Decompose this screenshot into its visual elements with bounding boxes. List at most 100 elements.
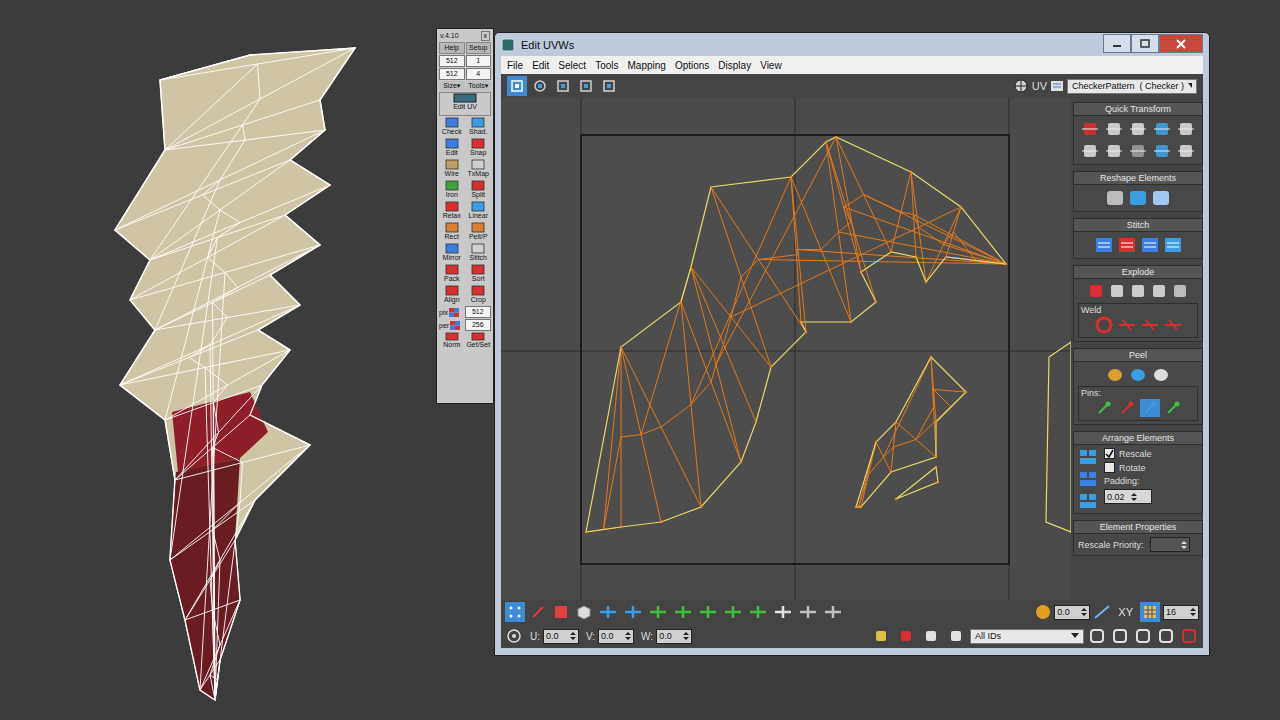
align-icon[interactable] (1080, 141, 1100, 161)
setting-button[interactable]: per (439, 321, 464, 330)
close-button[interactable]: x (481, 31, 491, 41)
align-icon[interactable] (1080, 119, 1100, 139)
title-bar[interactable]: Edit UVWs (501, 33, 1203, 56)
transform-tool[interactable] (576, 76, 596, 96)
tool-button[interactable]: TxMap (466, 159, 492, 179)
pin-tool[interactable] (1163, 399, 1183, 417)
value-field[interactable]: 4 (466, 68, 492, 80)
tool-button[interactable]: Pack (439, 264, 465, 284)
view-nav-icon[interactable] (1133, 627, 1153, 645)
reshape-icon[interactable] (1151, 188, 1171, 208)
transform-tool[interactable] (599, 76, 619, 96)
setting-value[interactable]: 512 (465, 306, 492, 318)
break-icon[interactable] (1171, 282, 1189, 300)
selection-tool-icon[interactable] (722, 603, 744, 621)
selection-tool-icon[interactable] (672, 603, 694, 621)
pack-icon[interactable] (1078, 492, 1098, 510)
coordinate-field[interactable]: U:0.0 (530, 629, 579, 644)
tool-button[interactable]: Edit (439, 138, 465, 158)
sword-viewport-icon[interactable] (0, 0, 420, 720)
selection-tool-icon[interactable] (622, 603, 644, 621)
weld-icon[interactable] (1094, 316, 1114, 334)
setting-button[interactable]: pix (439, 308, 464, 317)
peel-icon[interactable] (1105, 365, 1125, 383)
transform-tool[interactable] (507, 76, 527, 96)
falloff-line-icon[interactable] (1093, 604, 1111, 620)
checkbox[interactable] (1104, 462, 1115, 473)
coordinate-field[interactable]: W:0.0 (641, 629, 692, 644)
selection-tool-icon[interactable] (772, 603, 794, 621)
menu-item[interactable]: File (503, 60, 528, 71)
element-icon[interactable] (574, 603, 594, 621)
selection-tool-icon[interactable] (822, 603, 844, 621)
coordinate-field[interactable]: V:0.0 (586, 629, 634, 644)
grid-snap-toggle[interactable] (1140, 602, 1160, 622)
ids-dropdown[interactable]: All IDs (970, 629, 1084, 644)
tool-button[interactable]: Shad. (466, 117, 492, 137)
soft-select-icon[interactable] (1035, 604, 1051, 620)
option-icon[interactable] (870, 627, 892, 645)
header-button[interactable]: Help (439, 42, 465, 54)
align-icon[interactable] (1128, 141, 1148, 161)
break-icon[interactable] (1150, 282, 1168, 300)
tool-button[interactable]: Relax (439, 201, 465, 221)
pin-tool[interactable] (1140, 399, 1160, 417)
align-icon[interactable] (1176, 119, 1196, 139)
transform-tool[interactable] (553, 76, 573, 96)
weld-icon[interactable] (1117, 316, 1137, 334)
option-icon[interactable] (945, 627, 967, 645)
rescale-priority-spinner[interactable] (1150, 537, 1190, 552)
view-nav-icon[interactable] (1110, 627, 1130, 645)
peel-icon[interactable] (1128, 365, 1148, 383)
view-nav-icon[interactable] (1087, 627, 1107, 645)
option-checkbox[interactable]: Rescale (1104, 448, 1152, 459)
break-icon[interactable] (1108, 282, 1126, 300)
align-icon[interactable] (1128, 119, 1148, 139)
align-icon[interactable] (1104, 141, 1124, 161)
rollout-header[interactable]: Stitch (1074, 219, 1202, 232)
menu-item[interactable]: Display (714, 60, 756, 71)
size-field[interactable]: 512 (439, 68, 465, 80)
footer-button[interactable]: Norm (439, 332, 465, 352)
menu-item[interactable]: Select (554, 60, 591, 71)
menu-item[interactable]: View (756, 60, 787, 71)
selection-mode[interactable] (505, 602, 525, 622)
menu-button[interactable]: Tools▾ (466, 81, 492, 91)
tool-button[interactable]: Mirror (439, 243, 465, 263)
menu-item[interactable]: Options (671, 60, 714, 71)
selection-mode[interactable] (551, 602, 571, 622)
align-icon[interactable] (1152, 141, 1172, 161)
rollout-header[interactable]: Explode (1074, 266, 1202, 279)
stitch-icon[interactable] (1094, 235, 1114, 255)
selection-tool-icon[interactable] (747, 603, 769, 621)
footer-button[interactable]: Get/Set (466, 332, 492, 352)
align-icon[interactable] (1104, 119, 1124, 139)
tool-button[interactable]: Sort (466, 264, 492, 284)
tool-button[interactable]: Align (439, 285, 465, 305)
texture-dropdown[interactable]: CheckerPattern ( Checker ) (1067, 79, 1197, 94)
minimize-button[interactable] (1103, 34, 1131, 53)
list-icon[interactable] (1050, 79, 1064, 93)
stitch-icon[interactable] (1163, 235, 1183, 255)
plane-toggle[interactable]: XY (1114, 606, 1137, 618)
transform-tool[interactable] (530, 76, 550, 96)
close-button[interactable] (1159, 34, 1203, 53)
selection-tool-icon[interactable] (647, 603, 669, 621)
align-icon[interactable] (1176, 141, 1196, 161)
view-nav-icon[interactable] (1179, 627, 1199, 645)
header-button[interactable]: Setup (466, 42, 492, 54)
pack-icon[interactable] (1078, 448, 1098, 466)
checker-sphere-icon[interactable] (1013, 78, 1029, 94)
break-icon[interactable] (1129, 282, 1147, 300)
rollout-header[interactable]: Reshape Elements (1074, 172, 1202, 185)
tool-button[interactable]: Check (439, 117, 465, 137)
menu-button[interactable]: Size▾ (439, 81, 465, 91)
option-icon[interactable] (895, 627, 917, 645)
option-icon[interactable] (920, 627, 942, 645)
pin-tool[interactable] (1117, 399, 1137, 417)
selection-tool-icon[interactable] (697, 603, 719, 621)
tool-button[interactable]: Snap (466, 138, 492, 158)
pack-icon[interactable] (1078, 470, 1098, 488)
checkbox[interactable] (1104, 448, 1115, 459)
weld-icon[interactable] (1163, 316, 1183, 334)
